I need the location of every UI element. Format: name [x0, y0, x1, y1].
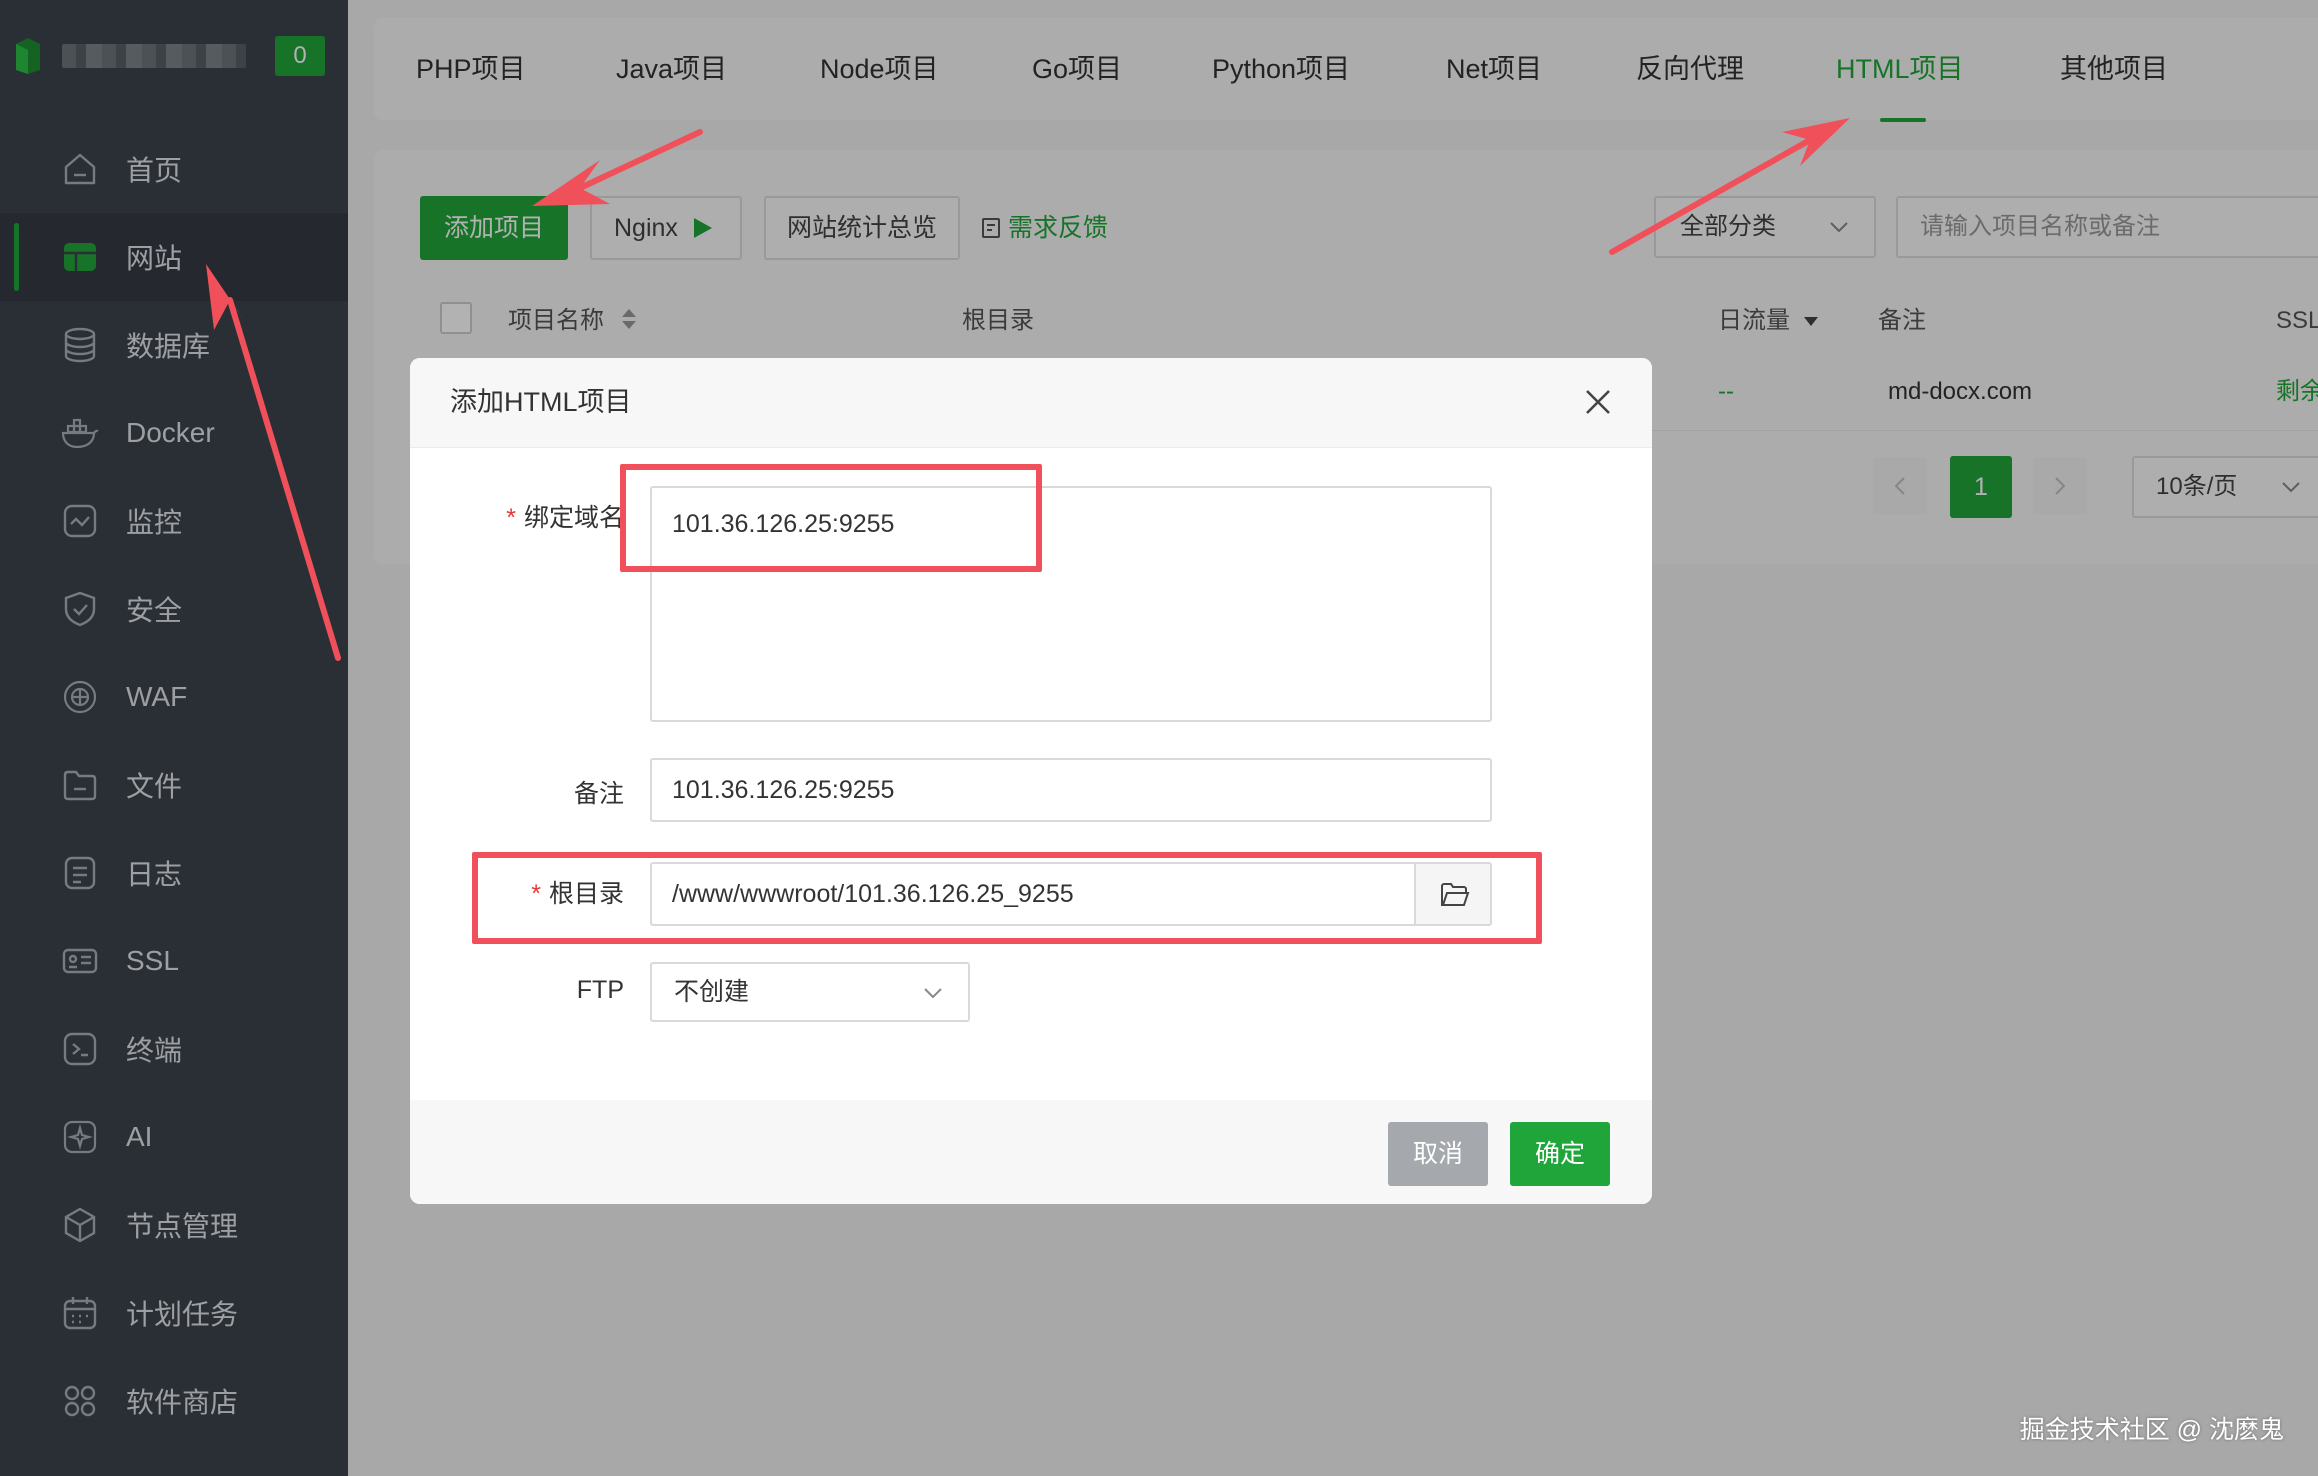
required-mark: * — [506, 504, 516, 532]
watermark: 掘金技术社区 @ 沈麽鬼 — [2019, 1416, 2284, 1444]
dialog-header: 添加HTML项目 — [410, 358, 1652, 448]
domain-label-text: 绑定域名 — [523, 504, 624, 532]
domain-label: * 绑定域名 — [424, 498, 624, 534]
note-label: 备注 — [573, 780, 624, 808]
ftp-label: FTP — [576, 976, 624, 1004]
note-input[interactable] — [650, 758, 1492, 822]
ftp-select[interactable]: 不创建 — [650, 962, 970, 1022]
confirm-button[interactable]: 确定 — [1510, 1122, 1610, 1186]
dialog-title: 添加HTML项目 — [450, 387, 632, 417]
highlight-root-dir-box — [472, 852, 1542, 944]
ftp-value: 不创建 — [674, 978, 750, 1006]
highlight-domain-box — [620, 464, 1042, 572]
dialog-footer: 取消 确定 — [410, 1100, 1652, 1204]
close-icon[interactable] — [1582, 386, 1614, 418]
chevron-down-icon — [924, 988, 942, 999]
cancel-button[interactable]: 取消 — [1388, 1122, 1488, 1186]
